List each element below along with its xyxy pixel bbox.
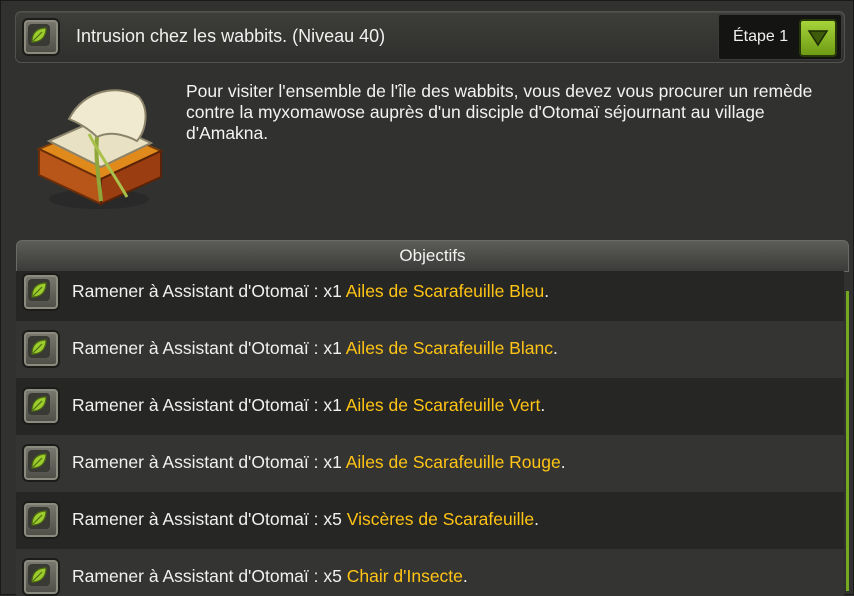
quest-leaf-button[interactable] — [22, 18, 60, 56]
objective-leaf-button[interactable] — [22, 444, 60, 482]
objective-leaf-button[interactable] — [22, 501, 60, 539]
objective-text: Ramener à Assistant d'Otomaï : x1 Ailes … — [72, 281, 550, 301]
leaf-icon — [31, 282, 47, 298]
leaf-icon — [31, 339, 47, 355]
quest-panel: Intrusion chez les wabbits. (Niveau 40) … — [0, 0, 854, 596]
stage-toggle-button[interactable] — [799, 19, 837, 57]
leaf-icon — [31, 396, 47, 412]
objective-text: Ramener à Assistant d'Otomaï : x5 Chair … — [72, 566, 468, 586]
objective-text: Ramener à Assistant d'Otomaï : x1 Ailes … — [72, 395, 546, 415]
objective-item-link[interactable]: Chair d'Insecte — [347, 566, 463, 586]
objectives-header: Objectifs — [16, 240, 849, 272]
objective-text: Ramener à Assistant d'Otomaï : x1 Ailes … — [72, 452, 566, 472]
objective-text: Ramener à Assistant d'Otomaï : x1 Ailes … — [72, 338, 558, 358]
objective-item-link[interactable]: Ailes de Scarafeuille Vert — [346, 395, 541, 415]
objective-leaf-button[interactable] — [22, 330, 60, 368]
leaf-icon — [31, 567, 47, 583]
objective-row: Ramener à Assistant d'Otomaï : x1 Ailes … — [16, 378, 844, 435]
objective-row: Ramener à Assistant d'Otomaï : x1 Ailes … — [16, 435, 844, 492]
objective-item-link[interactable]: Viscères de Scarafeuille — [347, 509, 534, 529]
objectives-scrollbar[interactable] — [846, 291, 849, 591]
objective-item-link[interactable]: Ailes de Scarafeuille Blanc — [346, 338, 553, 358]
objective-item-link[interactable]: Ailes de Scarafeuille Rouge — [346, 452, 561, 472]
objectives-list[interactable]: Ramener à Assistant d'Otomaï : x1 Ailes … — [16, 271, 847, 596]
objective-row: Ramener à Assistant d'Otomaï : x5 Chair … — [16, 549, 844, 596]
triangle-down-icon — [807, 30, 829, 47]
quest-book-icon — [36, 89, 164, 209]
objective-row: Ramener à Assistant d'Otomaï : x5 Viscèr… — [16, 492, 844, 549]
leaf-icon — [31, 453, 47, 469]
stage-selector[interactable]: Étape 1 — [718, 14, 842, 60]
stage-label: Étape 1 — [733, 28, 789, 45]
objective-leaf-button[interactable] — [22, 273, 60, 311]
objective-item-link[interactable]: Ailes de Scarafeuille Bleu — [346, 281, 544, 301]
objective-row: Ramener à Assistant d'Otomaï : x1 Ailes … — [16, 271, 844, 321]
quest-title: Intrusion chez les wabbits. (Niveau 40) — [76, 26, 386, 46]
objective-text: Ramener à Assistant d'Otomaï : x5 Viscèr… — [72, 509, 540, 529]
objective-leaf-button[interactable] — [22, 558, 60, 596]
leaf-icon — [31, 27, 47, 43]
objective-row: Ramener à Assistant d'Otomaï : x1 Ailes … — [16, 321, 844, 378]
leaf-icon — [31, 510, 47, 526]
objective-leaf-button[interactable] — [22, 387, 60, 425]
quest-header: Intrusion chez les wabbits. (Niveau 40) … — [15, 11, 845, 63]
quest-description: Pour visiter l'ensemble de l'île des wab… — [186, 81, 813, 143]
